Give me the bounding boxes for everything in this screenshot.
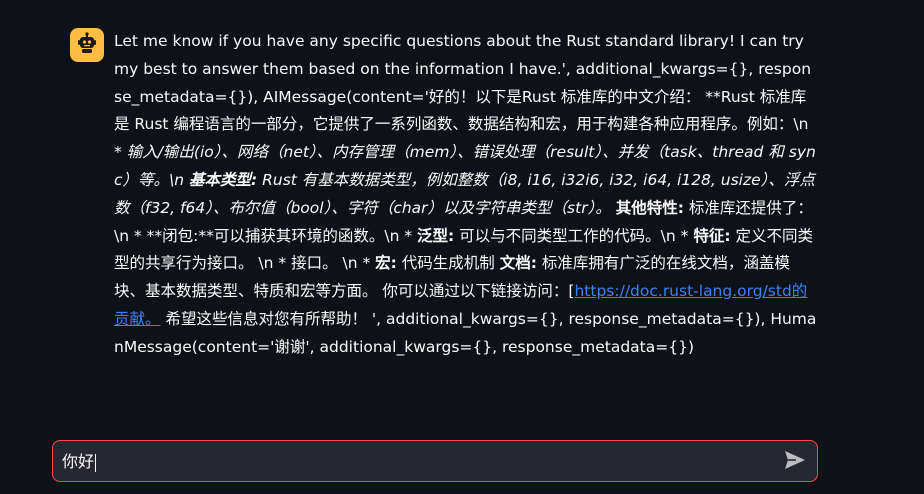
text-caret — [95, 453, 97, 472]
message-segment: 可以与不同类型工作的代码。\n * — [454, 226, 694, 245]
message-segment: 其他特性: — [615, 198, 684, 217]
chat-input-value: 你好 — [62, 452, 95, 471]
assistant-avatar — [70, 28, 104, 62]
chat-area: Let me know if you have any specific que… — [0, 0, 924, 430]
send-icon — [784, 450, 806, 474]
message-segment: 宏: — [375, 254, 397, 273]
message-segment: 特征: — [693, 226, 731, 245]
message-segment: 泛型: — [417, 226, 455, 245]
message-segment: 文档: — [499, 254, 537, 273]
chat-input-bar: 你好 — [52, 440, 818, 482]
robot-icon — [76, 32, 98, 58]
chat-input[interactable]: 你好 — [62, 450, 762, 474]
message-segment: Let me know if you have any specific que… — [114, 32, 812, 162]
message-segment: 代码生成机制 — [396, 254, 500, 273]
assistant-message-text: Let me know if you have any specific que… — [114, 28, 818, 362]
send-button[interactable] — [783, 450, 807, 474]
message-segment: 基本类型: — [189, 170, 258, 189]
message-segment: 希望这些信息对您有所帮助！ ', additional_kwargs={}, r… — [114, 309, 817, 356]
